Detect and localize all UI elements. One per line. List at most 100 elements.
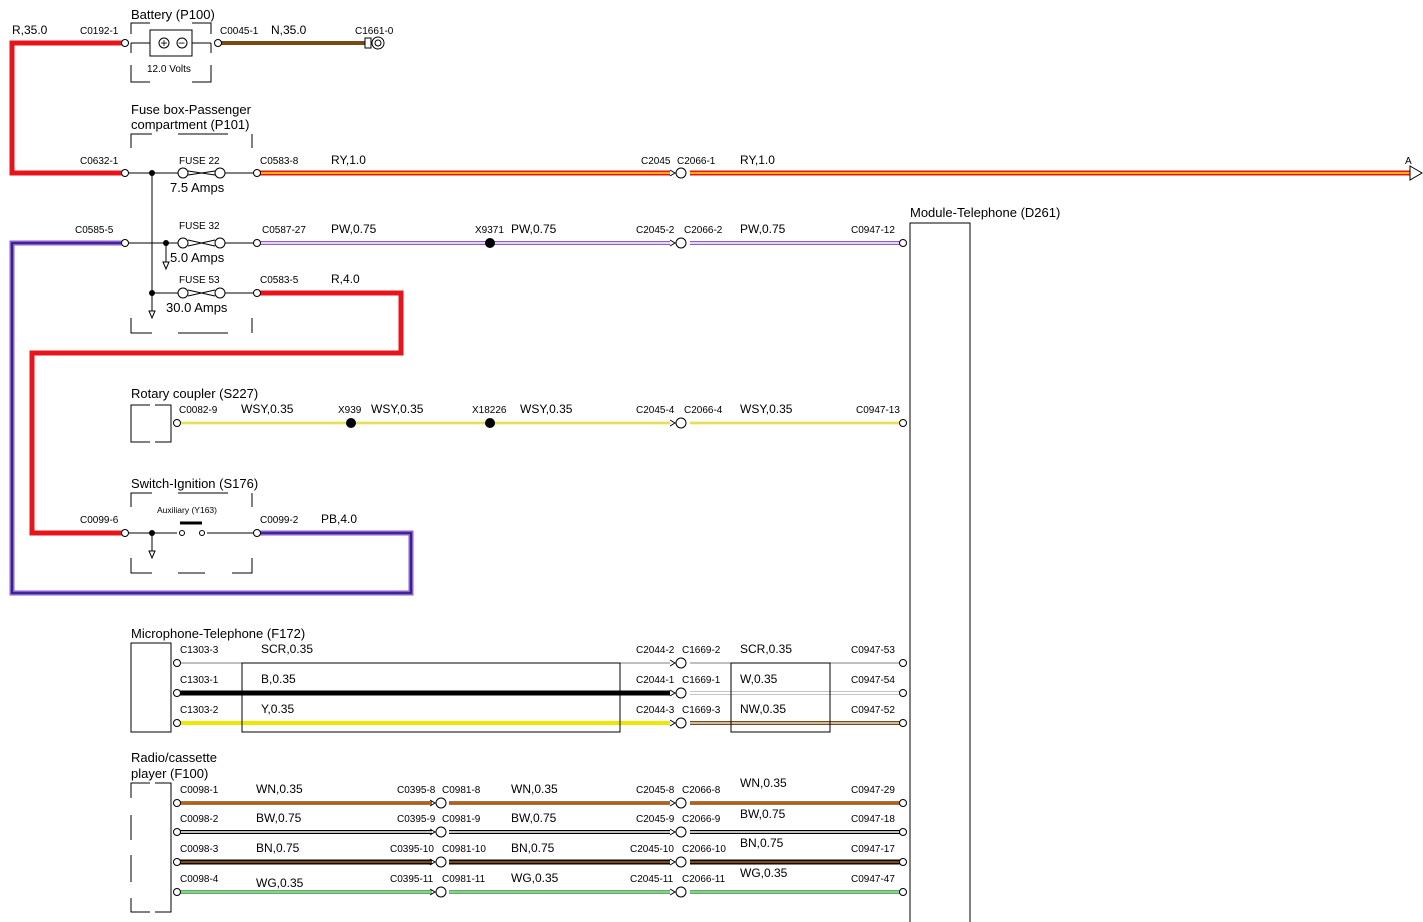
fuse-name: FUSE 53 [179, 275, 220, 286]
connector-label: A [1405, 156, 1412, 167]
connector-label: C1669-2 [682, 645, 721, 656]
fuse-rating: 30.0 Amps [166, 300, 228, 315]
fuse-name: FUSE 32 [179, 221, 220, 232]
connector-label: C0192-1 [80, 26, 119, 37]
wire-label: B,0.35 [261, 672, 296, 686]
ignition-title: Switch-Ignition (S176) [131, 476, 258, 491]
ignition-aux: Auxiliary (Y163) [157, 505, 217, 515]
wire-label: BN,0.75 [511, 841, 555, 855]
wire-label: WG,0.35 [511, 871, 559, 885]
connector-label: C0981-8 [442, 785, 481, 796]
rotary-coupler-box [130, 404, 172, 443]
connector-label: C0098-1 [180, 785, 219, 796]
fuse-53-icon [177, 287, 226, 299]
connector-label: C2044-1 [636, 675, 675, 686]
connector-label: C0098-3 [180, 844, 219, 855]
wire-r35 [9, 40, 125, 176]
connector-label: C0583-5 [260, 275, 299, 286]
fuse-rating: 7.5 Amps [170, 180, 225, 195]
wire-label: RY,1.0 [331, 153, 366, 167]
wire-label: RY,1.0 [740, 153, 775, 167]
connector-label: C2066-1 [677, 156, 716, 167]
connector-label: C0082-9 [179, 405, 218, 416]
radio-title: Radio/cassette [131, 750, 217, 765]
ground-icon [364, 36, 385, 50]
rotary-title: Rotary coupler (S227) [131, 386, 258, 401]
connector-label: C1661-0 [355, 26, 394, 37]
connector-label: C0947-13 [856, 405, 900, 416]
wiring-diagram: + − Battery (P100) 12.0 Volts Fuse box-P… [9, 7, 1423, 922]
battery-minus-sign: − [178, 36, 185, 50]
connector-label: C0981-9 [442, 814, 481, 825]
fuse-rating: 5.0 Amps [170, 250, 225, 265]
connector-label: C1669-1 [682, 675, 721, 686]
fuse-name: FUSE 22 [179, 156, 220, 167]
splice-points [346, 238, 495, 428]
connector-label: C2044-3 [636, 705, 675, 716]
wire-label: WN,0.35 [740, 776, 787, 790]
connector-label: C2045-2 [636, 225, 675, 236]
connector-label: C0099-6 [80, 515, 119, 526]
wire-label: BN,0.75 [256, 841, 300, 855]
connector-label: C0947-47 [851, 874, 895, 885]
wire-label: W,0.35 [740, 672, 778, 686]
connector-label: C0947-53 [851, 645, 895, 656]
connector-label: C2045-4 [636, 405, 675, 416]
wire-label: BN,0.75 [740, 836, 784, 850]
battery-plus-sign: + [161, 36, 168, 50]
connector-label: C0099-2 [260, 515, 299, 526]
connector-label: C2066-2 [684, 225, 723, 236]
wire-label: BW,0.75 [511, 811, 557, 825]
fusebox-title-2: compartment (P101) [131, 117, 250, 132]
connector-label: C0395-11 [390, 874, 434, 885]
wire-label: WG,0.35 [740, 866, 788, 880]
wire-label: NW,0.35 [740, 702, 786, 716]
fuse-22-icon [177, 167, 226, 179]
connector-label: C1303-2 [180, 705, 219, 716]
connector-label: C0585-5 [75, 225, 114, 236]
connector-label: X18226 [472, 405, 507, 416]
connector-label: C2045-10 [630, 844, 674, 855]
microphone-box [130, 642, 172, 733]
wire-label: PB,4.0 [321, 512, 357, 526]
connector-label: C0583-8 [260, 156, 299, 167]
connector-label: C0947-12 [851, 225, 895, 236]
pins [121, 39, 907, 896]
connector-label: C0947-18 [851, 814, 895, 825]
connector-label: C0947-54 [851, 675, 895, 686]
microphone-title: Microphone-Telephone (F172) [131, 626, 305, 641]
connector-label: C0045-1 [220, 26, 259, 37]
fuse-32-icon [177, 237, 226, 249]
connector-label: C2045-11 [630, 874, 674, 885]
wire-labels: R,35.0 N,35.0 RY,1.0 RY,1.0 PW,0.75 PW,0… [12, 23, 793, 890]
connector-label: X939 [338, 405, 362, 416]
connector-label: X9371 [475, 225, 504, 236]
battery-title: Battery (P100) [131, 7, 215, 22]
radio-box [130, 782, 172, 913]
connector-label: C2066-4 [684, 405, 723, 416]
connector-label: C1303-1 [180, 675, 219, 686]
connector-label: C0395-10 [390, 844, 434, 855]
wire-label: PW,0.75 [511, 222, 557, 236]
wire-label: N,35.0 [271, 23, 307, 37]
connector-label: C2045 [641, 156, 671, 167]
wire-label: SCR,0.35 [261, 642, 313, 656]
wire-label: WSY,0.35 [241, 402, 294, 416]
connector-label: C0395-8 [397, 785, 436, 796]
module-telephone [909, 222, 971, 922]
wire-label: WG,0.35 [256, 876, 304, 890]
fusebox-title: Fuse box-Passenger [131, 102, 252, 117]
connector-label: C0587-27 [262, 225, 306, 236]
module-title: Module-Telephone (D261) [910, 205, 1060, 220]
wire-label: PW,0.75 [331, 222, 377, 236]
connector-label: C0947-29 [851, 785, 895, 796]
connector-label: C0632-1 [80, 156, 119, 167]
connector-label: C0098-2 [180, 814, 219, 825]
wire-label: WSY,0.35 [520, 402, 573, 416]
connector-label: C1669-3 [682, 705, 721, 716]
wire-label: BW,0.75 [740, 807, 786, 821]
offpage-arrow-icon [1409, 165, 1423, 181]
connector-label: C2045-9 [636, 814, 675, 825]
connector-label: C0947-17 [851, 844, 895, 855]
wire-label: WN,0.35 [256, 782, 303, 796]
